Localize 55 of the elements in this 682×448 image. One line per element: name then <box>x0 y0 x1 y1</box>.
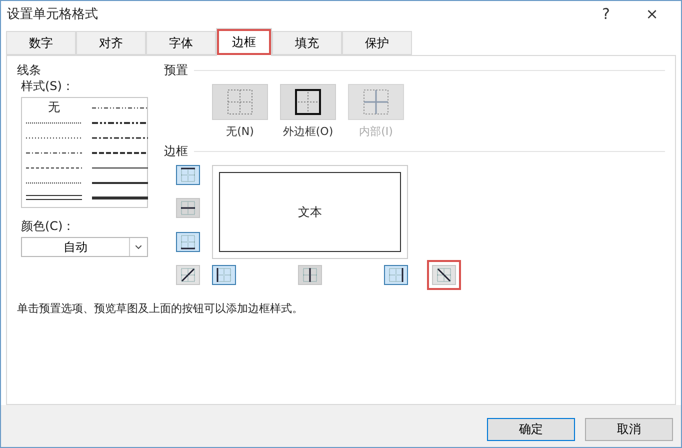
help-button[interactable]: ? <box>583 2 629 26</box>
ok-button[interactable]: 确定 <box>487 418 575 441</box>
border-toggle-button[interactable] <box>432 265 456 285</box>
preset-label: 无(N) <box>226 124 254 139</box>
no-border-icon <box>226 88 254 116</box>
line-style-sample[interactable] <box>26 150 82 154</box>
line-style-sample[interactable] <box>26 194 82 201</box>
color-label: 颜色(C)： <box>21 218 76 234</box>
window-title: 设置单元格格式 <box>7 6 99 23</box>
line-style-sample[interactable] <box>92 196 148 200</box>
hint-text: 单击预置选项、预览草图及上面的按钮可以添加边框样式。 <box>17 301 304 316</box>
border-toggle-button[interactable] <box>176 264 200 285</box>
preset-label: 内部(I) <box>359 124 393 139</box>
tab[interactable]: 填充 <box>272 31 342 55</box>
group-title: 预置 <box>164 62 188 78</box>
line-style-sample[interactable] <box>26 136 82 140</box>
line-style-sample[interactable] <box>92 166 148 170</box>
tab[interactable]: 数字 <box>6 31 76 55</box>
middle-v-border-icon <box>302 267 318 283</box>
outline-border-icon <box>294 88 322 116</box>
tab[interactable]: 对齐 <box>76 31 146 55</box>
preset-button[interactable] <box>280 84 336 120</box>
right-border-icon <box>388 267 404 283</box>
line-style-sample[interactable] <box>92 180 148 184</box>
line-style-sample[interactable] <box>26 180 82 184</box>
border-toggle-button[interactable] <box>212 265 236 285</box>
preview-text: 文本 <box>298 204 322 220</box>
border-preview[interactable]: 文本 <box>212 165 408 259</box>
top-border-icon <box>180 167 196 183</box>
tab[interactable]: 保护 <box>342 31 412 55</box>
inside-border-icon <box>362 88 390 116</box>
color-dropdown[interactable]: 自动 <box>21 237 148 257</box>
line-style-option[interactable]: 无 <box>48 99 60 116</box>
bottom-border-icon <box>180 234 196 250</box>
line-style-sample[interactable] <box>92 120 148 124</box>
border-toggle-button[interactable] <box>176 232 200 252</box>
line-style-sample[interactable] <box>92 150 148 154</box>
line-style-sample[interactable] <box>26 120 82 124</box>
style-label: 样式(S)： <box>21 78 75 94</box>
line-style-sample[interactable] <box>26 166 82 170</box>
tab[interactable]: 边框 <box>216 28 272 56</box>
line-style-sample[interactable] <box>92 106 148 110</box>
diag-down-border-icon <box>436 267 452 283</box>
line-style-sample[interactable] <box>92 136 148 140</box>
cancel-button[interactable]: 取消 <box>585 418 673 441</box>
left-border-icon <box>216 267 232 283</box>
middle-h-border-icon <box>180 200 196 216</box>
preset-label: 外边框(O) <box>282 124 334 139</box>
border-toggle-button[interactable] <box>176 165 200 185</box>
group-title: 线条 <box>17 62 42 78</box>
close-button[interactable]: × <box>629 2 675 26</box>
diag-up-border-icon <box>180 266 196 283</box>
group-title: 边框 <box>164 143 188 159</box>
tab[interactable]: 字体 <box>146 31 216 55</box>
border-toggle-button[interactable] <box>384 265 408 285</box>
